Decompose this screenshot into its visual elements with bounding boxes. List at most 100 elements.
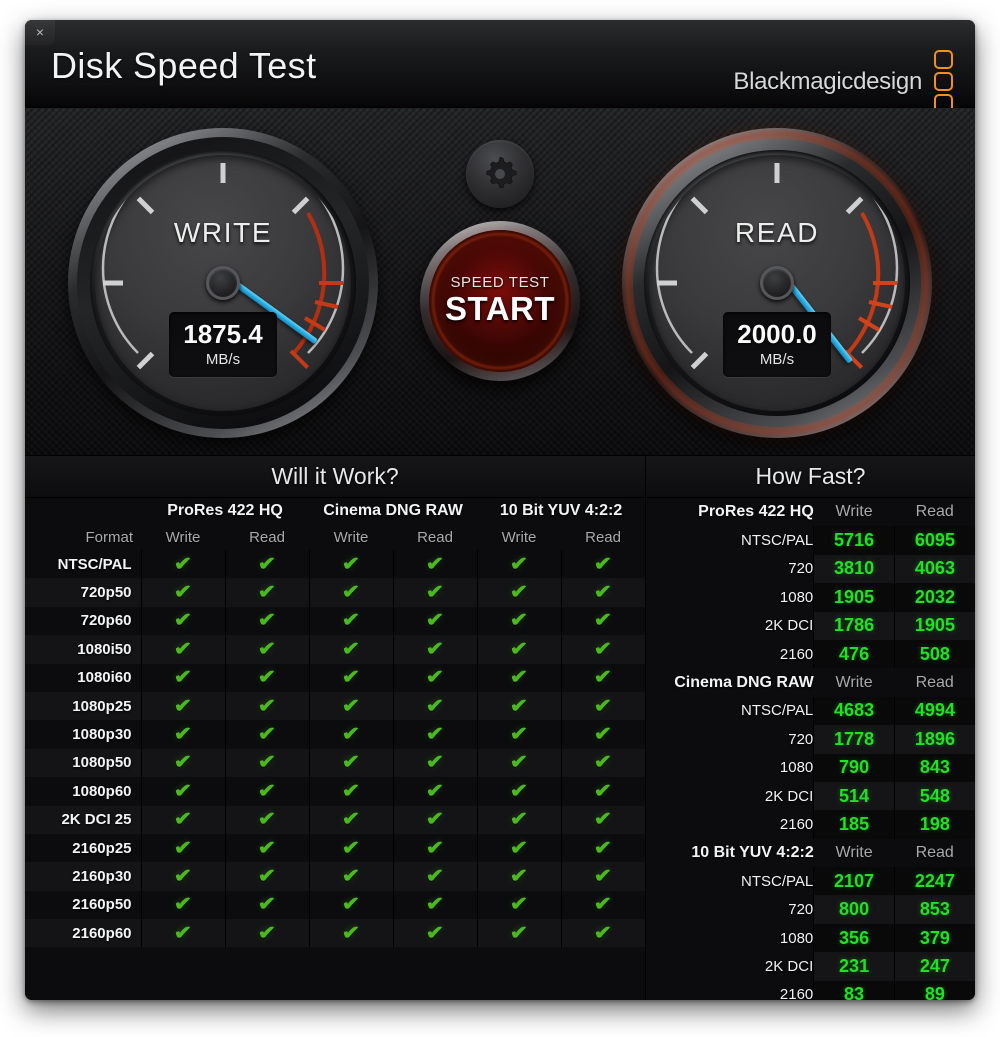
brand-logo: Blackmagicdesign [733, 50, 953, 113]
support-cell: ✔ [140, 890, 225, 920]
checkmark-icon: ✔ [257, 780, 277, 802]
read-speed-value: 89 [893, 980, 975, 1000]
write-value-number: 1875.4 [183, 319, 263, 349]
checkmark-icon: ✔ [173, 752, 193, 774]
subcolumn-header-row: Format Write Read Write Read Write Read [25, 524, 645, 550]
checkmark-icon: ✔ [341, 724, 361, 746]
support-cell: ✔ [392, 663, 478, 692]
column-header-write: Write [835, 503, 873, 521]
checkmark-icon: ✔ [594, 752, 613, 774]
support-cell: ✔ [140, 578, 225, 607]
checkmark-icon: ✔ [341, 582, 361, 604]
write-speed-value: 1786 [813, 611, 895, 640]
support-cell: ✔ [140, 862, 225, 891]
brand-squares-icon [934, 50, 953, 113]
resolution-label: 720 [788, 730, 814, 748]
support-cell: ✔ [560, 550, 646, 579]
checkmark-icon: ✔ [173, 667, 193, 689]
checkmark-icon: ✔ [173, 837, 193, 859]
checkmark-icon: ✔ [425, 752, 445, 774]
column-header-dng-read: Read [417, 528, 453, 546]
results-area: Will it Work? ProRes 422 HQ Cinema DNG R… [25, 456, 975, 1000]
checkmark-icon: ✔ [257, 553, 277, 575]
format-label: 720p60 [80, 612, 132, 630]
disk-speed-test-window: × Disk Speed Test Blackmagicdesign WRITE… [25, 20, 975, 1000]
support-cell: ✔ [476, 862, 562, 891]
table-row: 720 1778 1896 [646, 725, 975, 754]
table-row: 2160 185 198 [646, 810, 975, 839]
checkmark-icon: ✔ [425, 809, 445, 831]
checkmark-icon: ✔ [341, 553, 361, 575]
how-fast-table: ProRes 422 HQ Write Read NTSC/PAL 5716 6095 72… [646, 498, 975, 1000]
support-cell: ✔ [392, 606, 478, 636]
how-fast-group-header: ProRes 422 HQ Write Read [646, 498, 975, 526]
support-cell: ✔ [560, 748, 646, 778]
how-fast-title: How Fast? [646, 456, 975, 498]
read-speed-value: 6095 [893, 526, 975, 555]
checkmark-icon: ✔ [257, 752, 277, 774]
format-label: 1080p50 [72, 754, 132, 772]
table-row: 1080p30 ✔ ✔ ✔ ✔ ✔ ✔ [25, 720, 646, 749]
format-label: 2160p25 [72, 839, 132, 857]
support-cell: ✔ [560, 805, 646, 834]
checkmark-icon: ✔ [594, 553, 613, 575]
checkmark-icon: ✔ [509, 724, 529, 746]
format-label: 1080i60 [77, 669, 132, 687]
write-gauge: WRITE 1875.4 MB/s [68, 128, 378, 438]
format-label: 1080i50 [77, 640, 132, 658]
read-speed-value: 379 [893, 923, 975, 953]
format-label: 2160p30 [72, 867, 132, 885]
checkmark-icon: ✔ [594, 582, 613, 604]
checkmark-icon: ✔ [425, 780, 445, 802]
write-speed-value: 4683 [813, 696, 895, 726]
resolution-label: NTSC/PAL [741, 532, 814, 550]
checkmark-icon: ✔ [257, 724, 277, 746]
brand-square-2 [934, 72, 953, 91]
support-cell: ✔ [140, 833, 225, 863]
support-cell: ✔ [476, 635, 562, 664]
group-header-spacer [25, 498, 141, 524]
start-button-inner: SPEED TEST START [429, 230, 571, 372]
table-row: 2K DCI 514 548 [646, 781, 975, 811]
checkmark-icon: ✔ [509, 610, 529, 632]
checkmark-icon: ✔ [594, 667, 613, 689]
support-cell: ✔ [224, 691, 310, 721]
support-cell: ✔ [308, 691, 394, 721]
format-label: 2160p60 [72, 924, 132, 942]
support-cell: ✔ [476, 663, 562, 692]
checkmark-icon: ✔ [257, 695, 277, 717]
support-cell: ✔ [560, 635, 646, 664]
checkmark-icon: ✔ [509, 894, 529, 916]
checkmark-icon: ✔ [257, 809, 277, 831]
speed-test-start-button[interactable]: SPEED TEST START [420, 221, 580, 381]
write-speed-value: 514 [813, 781, 895, 811]
support-cell: ✔ [224, 720, 310, 749]
checkmark-icon: ✔ [425, 667, 445, 689]
write-speed-value: 5716 [813, 526, 895, 555]
support-cell: ✔ [140, 550, 225, 579]
checkmark-icon: ✔ [173, 894, 193, 916]
settings-button[interactable] [466, 140, 534, 208]
table-row: 1080 356 379 [646, 923, 975, 953]
write-speed-value: 3810 [813, 554, 895, 584]
write-speed-value: 185 [813, 810, 895, 839]
close-button[interactable]: × [25, 20, 55, 45]
support-cell: ✔ [224, 777, 310, 806]
support-cell: ✔ [560, 663, 646, 692]
read-gauge-face: READ 2000.0 MB/s [649, 155, 905, 411]
checkmark-icon: ✔ [594, 610, 613, 632]
checkmark-icon: ✔ [594, 922, 613, 944]
table-row: 2K DCI 25 ✔ ✔ ✔ ✔ ✔ ✔ [25, 805, 646, 834]
support-cell: ✔ [224, 919, 310, 948]
support-cell: ✔ [476, 606, 562, 636]
read-speed-value: 2247 [893, 867, 975, 896]
resolution-label: 1080 [779, 759, 814, 777]
format-label: 2K DCI 25 [61, 811, 132, 829]
group-header-row: ProRes 422 HQ Cinema DNG RAW 10 Bit YUV … [25, 498, 645, 524]
support-cell: ✔ [476, 890, 562, 920]
write-speed-value: 790 [813, 753, 895, 782]
support-cell: ✔ [392, 890, 478, 920]
support-cell: ✔ [560, 606, 646, 636]
resolution-label: 2160 [779, 645, 814, 663]
checkmark-icon: ✔ [509, 780, 529, 802]
